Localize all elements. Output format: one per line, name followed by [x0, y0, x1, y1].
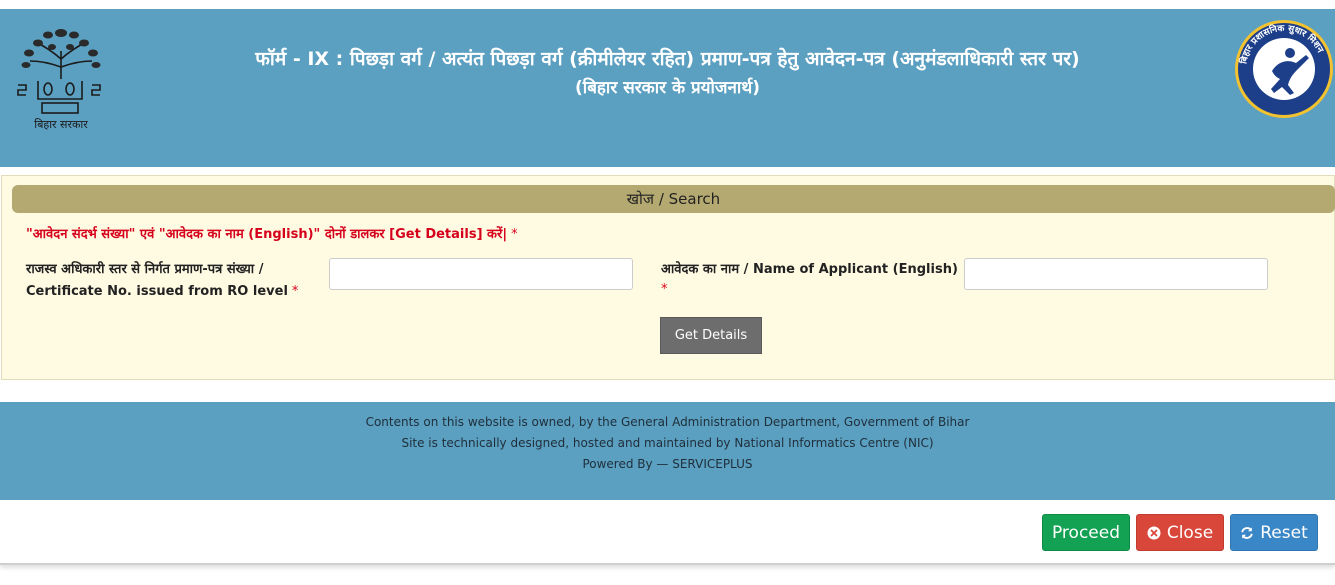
instruction-text: "आवेदन संदर्भ संख्या" एवं "आवेदक का नाम … — [26, 227, 508, 242]
bihar-admin-reform-mission-icon: बिहार प्रशासनिक सुधार मिशन — [1235, 20, 1333, 118]
applicant-name-label: आवेदक का नाम / Name of Applicant (Englis… — [661, 260, 961, 300]
required-mark: * — [291, 284, 299, 299]
times-circle-icon — [1147, 526, 1161, 539]
page-subtitle: (बिहार सरकार के प्रयोजनार्थ) — [575, 78, 760, 98]
search-instruction: "आवेदन संदर्भ संख्या" एवं "आवेदक का नाम … — [26, 224, 518, 242]
footer-powered-by: Powered By — SERVICEPLUS — [582, 457, 753, 471]
close-button[interactable]: Close — [1136, 514, 1224, 551]
get-details-button[interactable]: Get Details — [660, 317, 762, 354]
certificate-number-label: राजस्व अधिकारी स्तर से निर्गत प्रमाण-पत्… — [26, 259, 326, 303]
search-heading: खोज / Search — [12, 185, 1335, 213]
required-mark: * — [511, 227, 518, 242]
page-footer: Contents on this website is owned, by th… — [0, 402, 1335, 500]
reset-button[interactable]: Reset — [1230, 514, 1318, 551]
top-strip — [0, 0, 1335, 9]
footer-nic-text: Site is technically designed, hosted and… — [401, 436, 934, 450]
admin-reform-mission-logo: बिहार प्रशासनिक सुधार मिशन — [1234, 19, 1334, 119]
search-panel: खोज / Search "आवेदन संदर्भ संख्या" एवं "… — [1, 175, 1335, 380]
reset-label: Reset — [1260, 522, 1308, 543]
certificate-number-input[interactable] — [329, 258, 633, 290]
logo-caption: बिहार सरकार — [34, 118, 88, 131]
proceed-label: Proceed — [1051, 522, 1121, 543]
applicant-name-input[interactable] — [964, 258, 1268, 290]
footer-ownership-text: Contents on this website is owned, by th… — [365, 415, 970, 429]
page-header: बिहार सरकार फॉर्म - IX : पिछड़ा वर्ग / अ… — [0, 9, 1335, 167]
required-mark: * — [661, 282, 668, 297]
page-title: फॉर्म - IX : पिछड़ा वर्ग / अत्यंत पिछड़ा… — [255, 48, 1080, 70]
action-bar: Proceed Close Reset — [0, 501, 1335, 565]
close-label: Close — [1166, 522, 1214, 543]
refresh-icon — [1241, 526, 1253, 539]
certificate-label-line2: Certificate No. issued from RO level — [26, 284, 288, 299]
certificate-label-line1: राजस्व अधिकारी स्तर से निर्गत प्रमाण-पत्… — [26, 262, 264, 277]
proceed-button[interactable]: Proceed — [1042, 514, 1130, 551]
applicant-label-text: आवेदक का नाम / Name of Applicant (Englis… — [661, 262, 958, 277]
